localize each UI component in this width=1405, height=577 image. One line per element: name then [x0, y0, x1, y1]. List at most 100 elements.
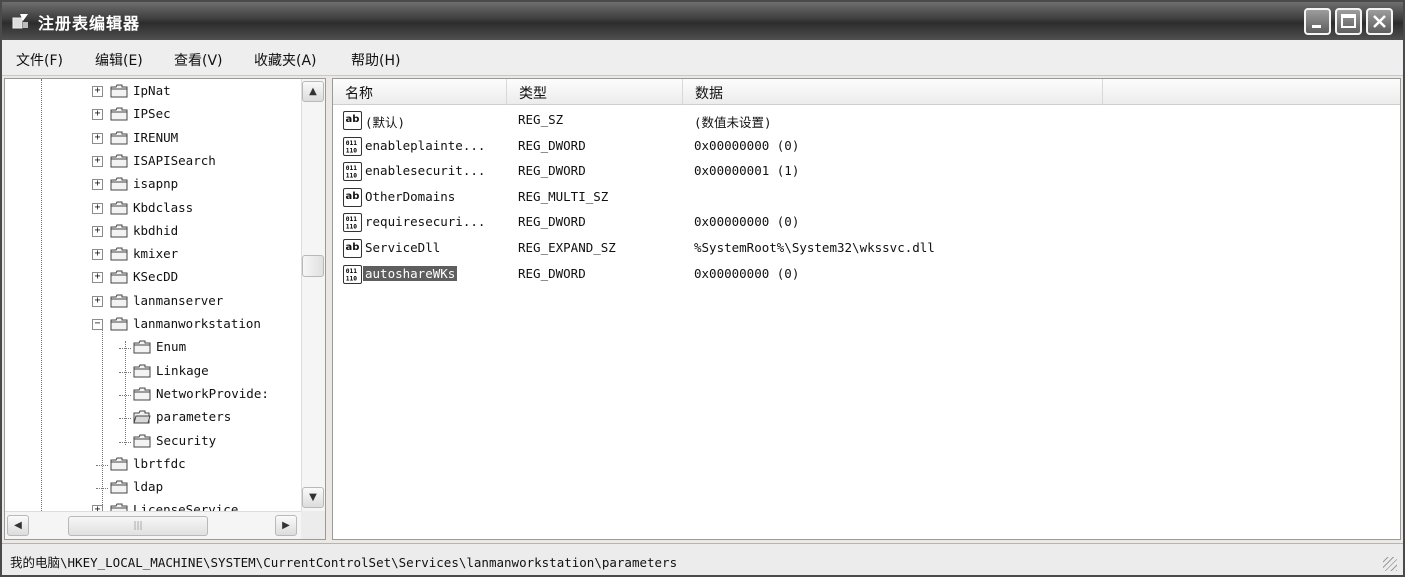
menu-bar: 文件(F) 编辑(E) 查看(V) 收藏夹(A) 帮助(H): [2, 40, 1403, 76]
value-row[interactable]: ab OtherDomains REG_MULTI_SZ: [333, 186, 1393, 211]
tree-connector: [119, 394, 131, 396]
tree-item[interactable]: Security: [5, 431, 301, 453]
value-row[interactable]: 011 110 requiresecuri... REG_DWORD 0x0000000…: [333, 211, 1393, 236]
expand-plus-icon[interactable]: +: [92, 295, 103, 307]
value-name: requiresecuri...: [365, 214, 486, 230]
tree-item-label: NetworkProvide:: [156, 385, 269, 401]
value-name: autoshareWKs: [363, 265, 458, 281]
expand-plus-icon[interactable]: +: [92, 132, 103, 144]
scroll-down-arrow-icon[interactable]: ▼: [302, 487, 324, 508]
value-data: 0x00000001 (1): [694, 163, 800, 179]
binary-value-icon: 011 110: [343, 213, 362, 233]
tree-item[interactable]: Linkage: [5, 361, 301, 383]
maximize-button[interactable]: [1335, 8, 1362, 35]
expand-plus-icon[interactable]: +: [92, 249, 103, 261]
registry-app-icon: [12, 14, 28, 29]
current-key-path: 我的电脑\HKEY_LOCAL_MACHINE\SYSTEM\CurrentCo…: [10, 555, 678, 570]
maximize-icon: [1341, 14, 1356, 28]
svg-text:110: 110: [346, 224, 358, 231]
tree-item-label: ISAPISearch: [133, 152, 216, 168]
scroll-up-arrow-icon[interactable]: ▲: [302, 81, 324, 102]
value-type: REG_DWORD: [518, 137, 586, 153]
value-name: OtherDomains: [365, 188, 456, 204]
menu-view[interactable]: 查看(V): [174, 50, 223, 70]
value-row[interactable]: 011 110 enableplainte... REG_DWORD 0x0000000…: [333, 135, 1393, 160]
folder-icon: [110, 154, 128, 168]
scroll-thumb[interactable]: [302, 255, 324, 277]
string-value-icon: ab: [343, 111, 362, 130]
folder-icon: [110, 294, 128, 308]
close-button[interactable]: [1366, 8, 1393, 35]
tree-item[interactable]: + lanmanserver: [5, 291, 301, 313]
folder-icon: [110, 457, 128, 471]
expand-plus-icon[interactable]: +: [92, 225, 103, 237]
scroll-thumb[interactable]: |||: [68, 516, 208, 536]
column-header-filler: [1103, 79, 1400, 105]
menu-file[interactable]: 文件(F): [16, 50, 63, 70]
value-type: REG_DWORD: [518, 163, 586, 179]
expand-plus-icon[interactable]: +: [92, 179, 103, 191]
tree-horizontal-scrollbar[interactable]: ◀ ||| ▶: [5, 511, 301, 539]
scroll-right-arrow-icon[interactable]: ▶: [275, 515, 297, 536]
tree-item[interactable]: NetworkProvide:: [5, 384, 301, 406]
value-row[interactable]: 011 110 autoshareWKs REG_DWORD 0x00000000 (0…: [333, 263, 1393, 288]
registry-values-list[interactable]: 名称 类型 数据 ab (默认) REG_SZ (数值未设置) 011 110 enable…: [332, 78, 1401, 540]
folder-icon: [110, 247, 128, 261]
tree-item[interactable]: − lanmanworkstation: [5, 314, 301, 336]
tree-item-label: lanmanworkstation: [133, 316, 261, 331]
collapse-minus-icon[interactable]: −: [92, 319, 103, 330]
tree-item[interactable]: + kmixer: [5, 244, 301, 266]
tree-connector: [119, 371, 131, 373]
expand-plus-icon[interactable]: +: [92, 109, 103, 121]
expand-plus-icon[interactable]: +: [92, 202, 103, 214]
expand-plus-icon[interactable]: +: [92, 155, 103, 167]
svg-text:011: 011: [346, 268, 358, 275]
scroll-left-arrow-icon[interactable]: ◀: [7, 515, 29, 536]
column-header-data[interactable]: 数据: [683, 79, 1103, 105]
tree-item-label: Linkage: [156, 362, 209, 378]
menu-edit[interactable]: 编辑(E): [95, 50, 143, 70]
svg-text:011: 011: [346, 140, 358, 147]
folder-icon: [110, 131, 128, 145]
tree-item[interactable]: + IRENUM: [5, 128, 301, 150]
tree-item-label: IRENUM: [133, 129, 179, 145]
tree-connector: [96, 464, 108, 466]
value-row[interactable]: ab ServiceDll REG_EXPAND_SZ %SystemRoot%\Sy…: [333, 237, 1393, 262]
value-type: REG_DWORD: [518, 214, 586, 230]
tree-item[interactable]: ldap: [5, 477, 301, 499]
value-row[interactable]: ab (默认) REG_SZ (数值未设置): [333, 109, 1393, 134]
expand-plus-icon[interactable]: +: [92, 86, 103, 97]
tree-item[interactable]: + kbdhid: [5, 221, 301, 243]
svg-text:110: 110: [346, 147, 358, 154]
title-bar[interactable]: 注册表编辑器: [2, 2, 1403, 40]
close-icon: [1373, 15, 1386, 28]
window-title: 注册表编辑器: [38, 14, 141, 33]
tree-item[interactable]: Enum: [5, 337, 301, 359]
column-header-type[interactable]: 类型: [507, 79, 683, 105]
registry-key-tree[interactable]: + IpNat + IPSec + IRENUM + ISAPISearch + isapnp + K…: [4, 78, 326, 540]
tree-item[interactable]: + IpNat: [5, 81, 301, 103]
string-value-icon: ab: [343, 187, 362, 207]
tree-item-label: IpNat: [133, 83, 171, 98]
tree-vertical-scrollbar[interactable]: ▲ ▼: [301, 79, 325, 511]
column-header-name[interactable]: 名称: [333, 79, 507, 105]
tree-item[interactable]: + ISAPISearch: [5, 151, 301, 173]
menu-help[interactable]: 帮助(H): [351, 50, 400, 70]
folder-icon: [110, 270, 128, 284]
tree-item[interactable]: + Kbdclass: [5, 198, 301, 220]
tree-item[interactable]: + IPSec: [5, 104, 301, 126]
svg-text:110: 110: [346, 173, 358, 180]
value-type: REG_EXPAND_SZ: [518, 240, 616, 255]
tree-item[interactable]: + isapnp: [5, 174, 301, 196]
binary-value-icon: 011 110: [343, 264, 362, 284]
value-row[interactable]: 011 110 enablesecurit... REG_DWORD 0x0000000…: [333, 160, 1393, 185]
minimize-button[interactable]: [1304, 8, 1331, 35]
tree-item[interactable]: parameters: [5, 407, 301, 429]
menu-favorites[interactable]: 收藏夹(A): [254, 50, 317, 70]
tree-item[interactable]: lbrtfdc: [5, 454, 301, 476]
folder-icon: [110, 480, 128, 494]
tree-item[interactable]: + KSecDD: [5, 267, 301, 289]
resize-grip-icon[interactable]: [1383, 557, 1397, 571]
folder-icon: [110, 177, 128, 191]
expand-plus-icon[interactable]: +: [92, 272, 103, 284]
